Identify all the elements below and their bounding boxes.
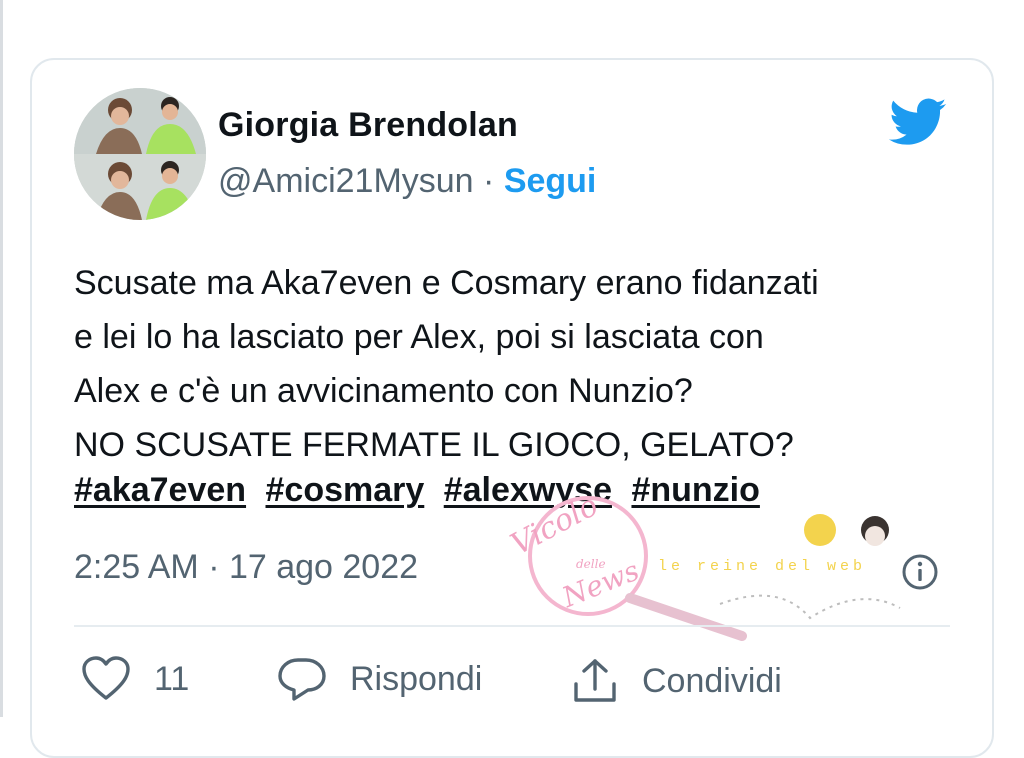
- tweet-text-line: Scusate ma Aka7even e Cosmary erano fida…: [74, 264, 819, 302]
- like-button[interactable]: 11: [80, 656, 189, 702]
- twitter-bird-icon[interactable]: [886, 92, 950, 150]
- hashtag-link[interactable]: #alexwyse: [444, 471, 612, 509]
- reply-label: Rispondi: [350, 659, 483, 698]
- speech-bubble-icon: [276, 656, 328, 702]
- hashtag-link[interactable]: #aka7even: [74, 471, 246, 509]
- tweet-text-line: NO SCUSATE FERMATE IL GIOCO, GELATO?: [74, 426, 794, 464]
- reply-button[interactable]: Rispondi: [276, 656, 482, 702]
- like-count: 11: [154, 659, 190, 698]
- tweet-text-line: e lei lo ha lasciato per Alex, poi si la…: [74, 318, 764, 356]
- share-label: Condividi: [642, 661, 782, 700]
- tweet-timestamp[interactable]: 2:25 AM · 17 ago 2022: [74, 548, 418, 587]
- avatar[interactable]: [74, 88, 206, 220]
- follow-button[interactable]: Segui: [504, 162, 597, 200]
- author-name[interactable]: Giorgia Brendolan: [218, 106, 518, 145]
- hashtag-link[interactable]: #nunzio: [631, 471, 759, 509]
- screen-edge: [0, 0, 3, 717]
- share-button[interactable]: Condividi: [570, 656, 782, 706]
- divider: [74, 625, 950, 627]
- author-handle[interactable]: @Amici21Mysun: [218, 162, 474, 200]
- info-icon[interactable]: [900, 552, 940, 592]
- handle-row: @Amici21Mysun · Segui: [218, 162, 596, 201]
- share-icon: [570, 656, 620, 706]
- hashtag-link[interactable]: #cosmary: [266, 471, 425, 509]
- tweet-text-line: Alex e c'è un avvicinamento con Nunzio?: [74, 372, 693, 410]
- heart-icon: [80, 656, 132, 702]
- handle-separator: ·: [473, 162, 504, 200]
- tweet-body: Scusate ma Aka7even e Cosmary erano fida…: [74, 256, 974, 472]
- hashtag-row: #aka7even #cosmary #alexwyse #nunzio: [74, 471, 770, 510]
